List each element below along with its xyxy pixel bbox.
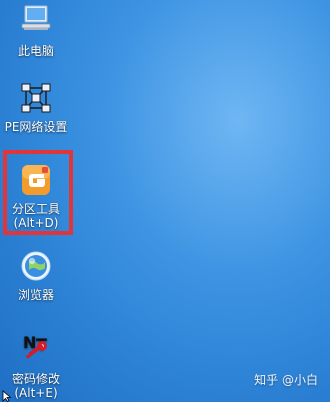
partition-tool-label: 分区工具 <box>11 202 60 216</box>
network-icon <box>21 83 51 113</box>
password-change-label: 密码修改 <box>11 372 60 386</box>
desktop: 此电脑 PE网络设置 分区工具 (Alt+D) 浏览器 N 密码修改 (Alt+… <box>0 0 330 402</box>
computer-icon <box>21 5 51 30</box>
desktop-icon-this-pc[interactable]: 此电脑 <box>0 2 72 58</box>
desktop-icon-partition-tool[interactable]: 分区工具 (Alt+D) <box>0 160 72 230</box>
partition-tool-icon <box>22 165 50 195</box>
mouse-cursor-icon <box>2 390 12 402</box>
desktop-icon-pe-network-settings[interactable]: PE网络设置 <box>0 78 72 134</box>
partition-tool-shortcut: (Alt+D) <box>13 216 59 230</box>
desktop-icon-browser[interactable]: 浏览器 <box>0 246 72 302</box>
password-change-icon: N T <box>23 333 47 359</box>
this-pc-label: 此电脑 <box>17 44 54 58</box>
browser-label: 浏览器 <box>17 288 54 302</box>
watermark: 知乎 @小白 <box>254 373 318 387</box>
browser-icon <box>21 251 51 281</box>
pe-network-settings-label: PE网络设置 <box>4 120 68 134</box>
